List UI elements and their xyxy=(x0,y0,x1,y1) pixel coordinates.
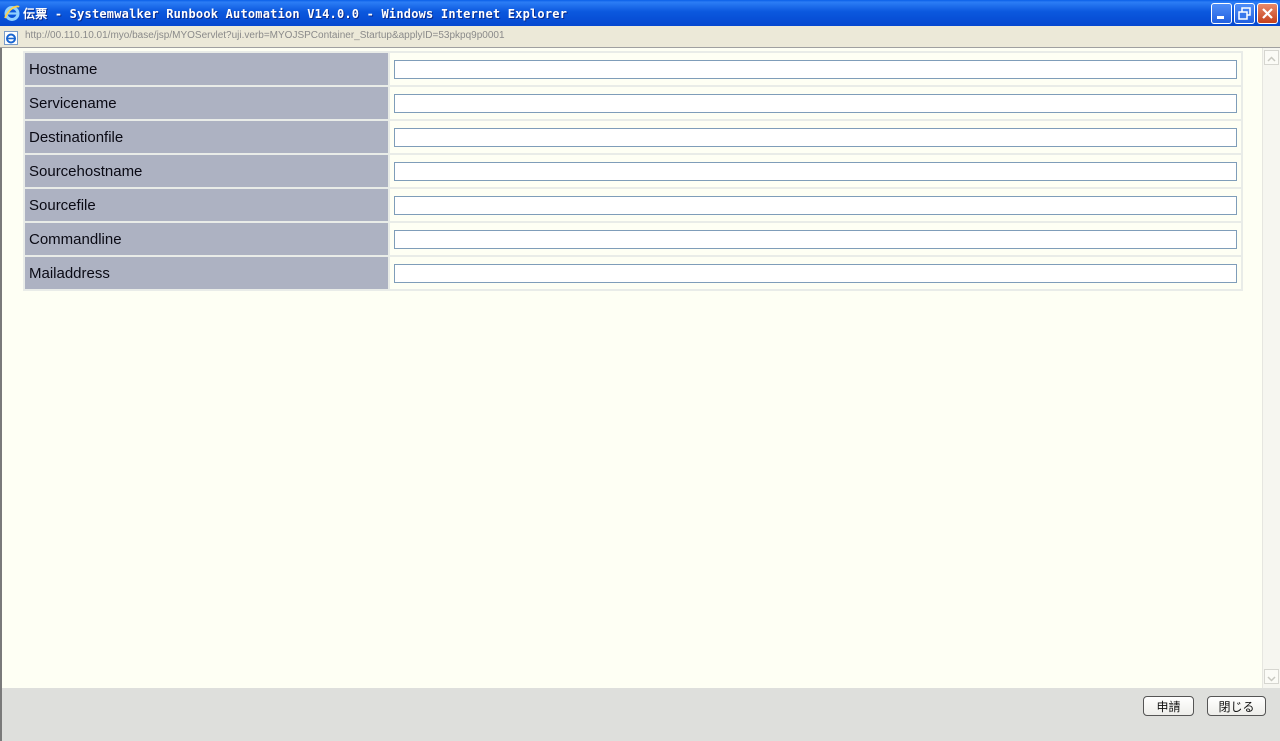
form-row: Mailaddress xyxy=(25,257,1241,289)
ie-page-icon xyxy=(4,30,18,45)
form-row: Servicename xyxy=(25,87,1241,119)
form-row: Commandline xyxy=(25,223,1241,255)
field-label: Hostname xyxy=(25,53,388,85)
scroll-down-button[interactable] xyxy=(1264,669,1279,684)
field-cell xyxy=(390,155,1241,187)
close-icon xyxy=(1262,8,1273,19)
form-row: Sourcefile xyxy=(25,189,1241,221)
field-input[interactable] xyxy=(394,94,1237,114)
field-cell xyxy=(390,189,1241,221)
restore-button[interactable] xyxy=(1234,3,1255,24)
field-input[interactable] xyxy=(394,162,1237,182)
restore-icon xyxy=(1238,7,1251,20)
field-input[interactable] xyxy=(394,60,1237,80)
form-row: Destinationfile xyxy=(25,121,1241,153)
field-cell xyxy=(390,257,1241,289)
window-titlebar[interactable]: 伝票 - Systemwalker Runbook Automation V14… xyxy=(0,0,1280,26)
field-label: Commandline xyxy=(25,223,388,255)
field-label: Servicename xyxy=(25,87,388,119)
close-window-button[interactable] xyxy=(1257,3,1278,24)
chevron-down-icon xyxy=(1267,676,1276,682)
form-row: Sourcehostname xyxy=(25,155,1241,187)
field-cell xyxy=(390,121,1241,153)
parameter-form-table: Hostname Servicename Destinationfile Source… xyxy=(23,51,1243,291)
address-bar: http://00.110.10.01/myo/base/jsp/MYOServ… xyxy=(0,26,1280,48)
field-label: Sourcehostname xyxy=(25,155,388,187)
field-label: Destinationfile xyxy=(25,121,388,153)
minimize-button[interactable] xyxy=(1211,3,1232,24)
field-cell xyxy=(390,87,1241,119)
field-label: Mailaddress xyxy=(25,257,388,289)
close-button[interactable]: 閉じる xyxy=(1207,696,1266,716)
field-cell xyxy=(390,53,1241,85)
field-cell xyxy=(390,223,1241,255)
field-label: Sourcefile xyxy=(25,189,388,221)
field-input[interactable] xyxy=(394,264,1237,284)
page-content: Hostname Servicename Destinationfile Source… xyxy=(0,48,1262,688)
field-input[interactable] xyxy=(394,128,1237,148)
window-title: 伝票 - Systemwalker Runbook Automation V14… xyxy=(23,7,568,21)
minimize-icon xyxy=(1217,16,1224,19)
vertical-scrollbar[interactable] xyxy=(1262,48,1280,688)
chevron-up-icon xyxy=(1267,56,1276,62)
footer-bar: 申請 閉じる xyxy=(0,688,1280,741)
field-input[interactable] xyxy=(394,230,1237,250)
field-input[interactable] xyxy=(394,196,1237,216)
scroll-up-button[interactable] xyxy=(1264,50,1279,65)
apply-button[interactable]: 申請 xyxy=(1143,696,1194,716)
url-text[interactable]: http://00.110.10.01/myo/base/jsp/MYOServ… xyxy=(25,30,505,41)
form-row: Hostname xyxy=(25,53,1241,85)
ie-icon xyxy=(3,4,21,22)
